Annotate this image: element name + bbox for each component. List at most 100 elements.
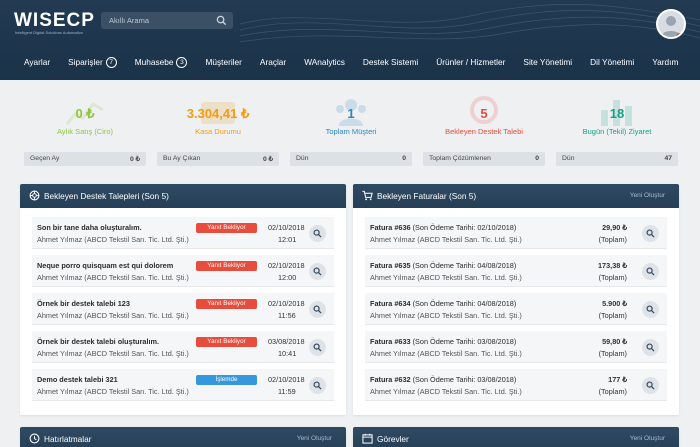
invoice-row[interactable]: Fatura #635 (Son Ödeme Tarihi: 04/08/201…	[365, 255, 667, 287]
stat-footer-label: Geçen Ay	[30, 155, 60, 162]
ticket-status-badge: İşlemde	[196, 375, 257, 385]
invoice-title: Fatura #633 (Son Ödeme Tarihi: 03/08/201…	[370, 337, 516, 346]
invoice-customer: Ahmet Yılmaz (ABCD Tekstil San. Tic. Ltd…	[370, 235, 522, 244]
ticket-date: 02/10/2018	[268, 299, 305, 308]
panel-title: Bekleyen Destek Talepleri (Son 5)	[44, 191, 169, 201]
orders-count-badge: 7	[105, 56, 117, 68]
nav-item-orders[interactable]: Siparişler 7	[68, 56, 117, 68]
invoice-row[interactable]: Fatura #633 (Son Ödeme Tarihi: 03/08/201…	[365, 331, 667, 363]
panel-header: Bekleyen Faturalar (Son 5) Yeni Oluştur	[353, 184, 679, 208]
ticket-row[interactable]: Örnek bir destek talebi 123 Ahmet Yılmaz…	[32, 293, 334, 325]
view-invoice-button[interactable]	[642, 263, 659, 280]
nav-label: Müşteriler	[205, 57, 242, 67]
stat-cash-status[interactable]: 3.304,41 ₺ Kasa Durumu Bu Ay Çıkan 0 ₺	[157, 92, 279, 168]
nav-item-settings[interactable]: Ayarlar	[24, 57, 50, 67]
support-icon	[29, 190, 40, 201]
smart-search	[101, 12, 233, 29]
invoice-amount: 29,90 ₺	[602, 223, 627, 232]
invoice-title: Fatura #635 (Son Ödeme Tarihi: 04/08/201…	[370, 261, 516, 270]
stat-footer-value: 0 ₺	[130, 156, 140, 163]
stat-value: 0 ₺	[75, 106, 95, 121]
invoice-number: Fatura #634	[370, 299, 411, 308]
stat-today-visits[interactable]: 18 Bugün (Tekil) Ziyaret Dün 47	[556, 92, 678, 168]
view-ticket-button[interactable]	[309, 377, 326, 394]
ticket-row[interactable]: Demo destek talebi 321 Ahmet Yılmaz (ABC…	[32, 369, 334, 401]
calendar-icon	[362, 433, 373, 444]
view-ticket-button[interactable]	[309, 301, 326, 318]
brand-logo[interactable]: WISECP	[14, 10, 95, 32]
search-icon	[646, 229, 655, 238]
ticket-time: 12:01	[278, 235, 297, 244]
search-input[interactable]	[109, 15, 214, 26]
nav-item-help[interactable]: Yardım	[652, 57, 678, 67]
nav-item-site-management[interactable]: Site Yönetimi	[523, 57, 572, 67]
invoice-title: Fatura #634 (Son Ödeme Tarihi: 04/08/201…	[370, 299, 516, 308]
invoice-total-label: (Toplam)	[598, 311, 627, 320]
invoice-number: Fatura #636	[370, 223, 411, 232]
view-invoice-button[interactable]	[642, 339, 659, 356]
invoice-amount: 5.900 ₺	[602, 299, 627, 308]
nav-label: Araçlar	[259, 57, 287, 67]
ticket-customer: Ahmet Yılmaz (ABCD Tekstil San. Tic. Ltd…	[37, 273, 189, 282]
stat-pending-tickets[interactable]: 5 Bekleyen Destek Talebi Toplam Çözümlen…	[423, 92, 545, 168]
invoice-due-date: (Son Ödeme Tarihi: 02/10/2018)	[412, 223, 517, 232]
stat-total-customers[interactable]: 1 Toplam Müşteri Dün 0	[290, 92, 412, 168]
invoice-total-label: (Toplam)	[598, 235, 627, 244]
stat-footer-label: Dün	[296, 155, 309, 162]
view-invoice-button[interactable]	[642, 225, 659, 242]
search-icon	[646, 381, 655, 390]
accounting-count-badge: 3	[176, 56, 188, 68]
create-reminder-link[interactable]: Yeni Oluştur	[297, 435, 332, 442]
nav-label: Dil Yönetimi	[590, 57, 635, 67]
view-ticket-button[interactable]	[309, 339, 326, 356]
user-avatar[interactable]	[656, 9, 686, 39]
invoice-number: Fatura #632	[370, 375, 411, 384]
ticket-subject: Son bir tane daha oluşturalım.	[37, 223, 142, 232]
clock-icon	[29, 433, 40, 444]
ticket-row[interactable]: Son bir tane daha oluşturalım. Ahmet Yıl…	[32, 217, 334, 249]
create-task-link[interactable]: Yeni Oluştur	[630, 435, 665, 442]
view-ticket-button[interactable]	[309, 225, 326, 242]
nav-item-customers[interactable]: Müşteriler	[205, 57, 241, 67]
ticket-customer: Ahmet Yılmaz (ABCD Tekstil San. Tic. Ltd…	[37, 235, 189, 244]
stat-monthly-sales[interactable]: 0 ₺ Aylık Satış (Ciro) Geçen Ay 0 ₺	[24, 92, 146, 168]
ticket-subject: Demo destek talebi 321	[37, 375, 118, 384]
stat-label: Bekleyen Destek Talebi	[445, 127, 523, 136]
invoice-row[interactable]: Fatura #634 (Son Ödeme Tarihi: 04/08/201…	[365, 293, 667, 325]
invoice-customer: Ahmet Yılmaz (ABCD Tekstil San. Tic. Ltd…	[370, 311, 522, 320]
invoice-row[interactable]: Fatura #636 (Son Ödeme Tarihi: 02/10/201…	[365, 217, 667, 249]
ticket-time: 12:00	[278, 273, 297, 282]
ticket-status-badge: Yanıt Bekliyor	[196, 223, 257, 233]
stat-value: 1	[347, 106, 355, 121]
invoice-number: Fatura #635	[370, 261, 411, 270]
nav-item-wanalytics[interactable]: WAnalytics	[304, 57, 345, 67]
cart-icon	[362, 190, 373, 201]
nav-label: Ayarlar	[24, 57, 51, 67]
nav-item-language[interactable]: Dil Yönetimi	[590, 57, 634, 67]
view-ticket-button[interactable]	[309, 263, 326, 280]
invoice-due-date: (Son Ödeme Tarihi: 03/08/2018)	[412, 337, 517, 346]
nav-label: Ürünler / Hizmetler	[436, 57, 506, 67]
stat-label: Aylık Satış (Ciro)	[56, 127, 114, 136]
view-invoice-button[interactable]	[642, 301, 659, 318]
ticket-date: 02/10/2018	[268, 261, 305, 270]
search-icon[interactable]	[216, 15, 227, 26]
search-icon	[313, 305, 322, 314]
create-invoice-link[interactable]: Yeni Oluştur	[630, 192, 665, 199]
view-invoice-button[interactable]	[642, 377, 659, 394]
nav-label: Yardım	[652, 57, 679, 67]
ticket-customer: Ahmet Yılmaz (ABCD Tekstil San. Tic. Ltd…	[37, 311, 189, 320]
stat-label: Kasa Durumu	[195, 127, 241, 136]
invoice-amount: 177 ₺	[608, 375, 627, 384]
tasks-panel: Görevler Yeni Oluştur	[353, 427, 679, 447]
ticket-date: 02/10/2018	[268, 223, 305, 232]
nav-item-accounting[interactable]: Muhasebe 3	[135, 56, 188, 68]
nav-item-support[interactable]: Destek Sistemi	[363, 57, 418, 67]
nav-item-products[interactable]: Ürünler / Hizmetler	[436, 57, 505, 67]
invoice-row[interactable]: Fatura #632 (Son Ödeme Tarihi: 03/08/201…	[365, 369, 667, 401]
ticket-row[interactable]: Neque porro quisquam est qui dolorem Ahm…	[32, 255, 334, 287]
nav-label: Destek Sistemi	[362, 57, 419, 67]
nav-item-tools[interactable]: Araçlar	[260, 57, 286, 67]
panel-header: Bekleyen Destek Talepleri (Son 5)	[20, 184, 346, 208]
ticket-row[interactable]: Örnek bir destek talebi oluşturalım. Ahm…	[32, 331, 334, 363]
